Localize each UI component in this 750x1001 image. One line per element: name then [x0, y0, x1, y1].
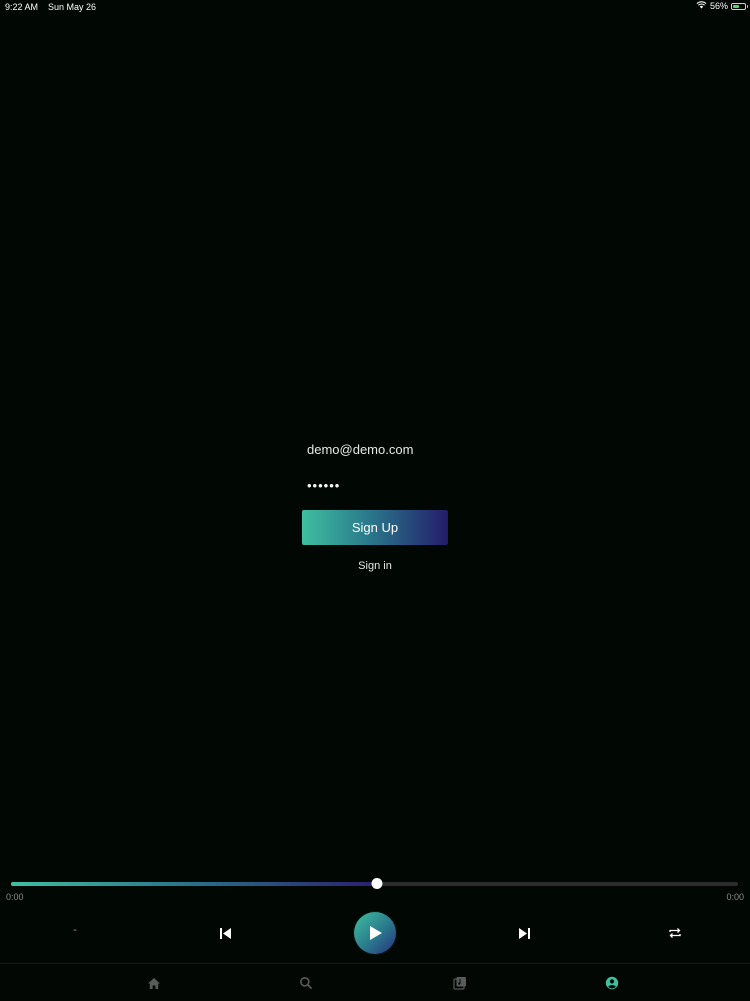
battery-percent: 56%	[709, 1, 728, 11]
repeat-icon	[669, 928, 681, 938]
sign-in-link[interactable]: Sign in	[302, 560, 448, 572]
previous-button[interactable]	[214, 922, 236, 944]
skip-next-icon	[518, 927, 530, 939]
play-button[interactable]	[354, 912, 396, 954]
status-date: Sun May 26	[48, 2, 97, 12]
repeat-button[interactable]	[664, 922, 686, 944]
player-controls: -	[0, 912, 750, 954]
tab-profile[interactable]	[603, 974, 621, 992]
sign-up-button[interactable]: Sign Up	[302, 510, 448, 545]
battery-icon	[731, 2, 748, 10]
tab-search[interactable]	[297, 974, 315, 992]
progress-track[interactable]	[11, 878, 738, 889]
search-icon	[300, 977, 313, 990]
tab-home[interactable]	[145, 974, 163, 992]
tab-bar	[0, 963, 750, 1001]
current-time: 0:00	[6, 892, 24, 902]
skip-previous-icon	[219, 927, 231, 939]
profile-icon	[605, 976, 619, 990]
battery-fill	[733, 4, 740, 8]
total-time: 0:00	[726, 892, 744, 902]
status-time: 9:22 AM	[5, 2, 39, 12]
track-title: -	[73, 924, 77, 936]
status-right: 56%	[696, 1, 748, 11]
play-icon	[370, 926, 382, 940]
tab-library[interactable]	[451, 974, 469, 992]
next-button[interactable]	[513, 922, 535, 944]
library-icon	[453, 977, 466, 990]
wifi-icon	[696, 1, 707, 11]
password-field[interactable]	[307, 478, 447, 493]
progress-thumb[interactable]	[371, 878, 383, 889]
progress-fill	[11, 882, 377, 886]
email-field[interactable]	[307, 442, 487, 457]
home-icon	[148, 977, 160, 989]
status-bar: 9:22 AM Sun May 26 56%	[0, 0, 750, 16]
